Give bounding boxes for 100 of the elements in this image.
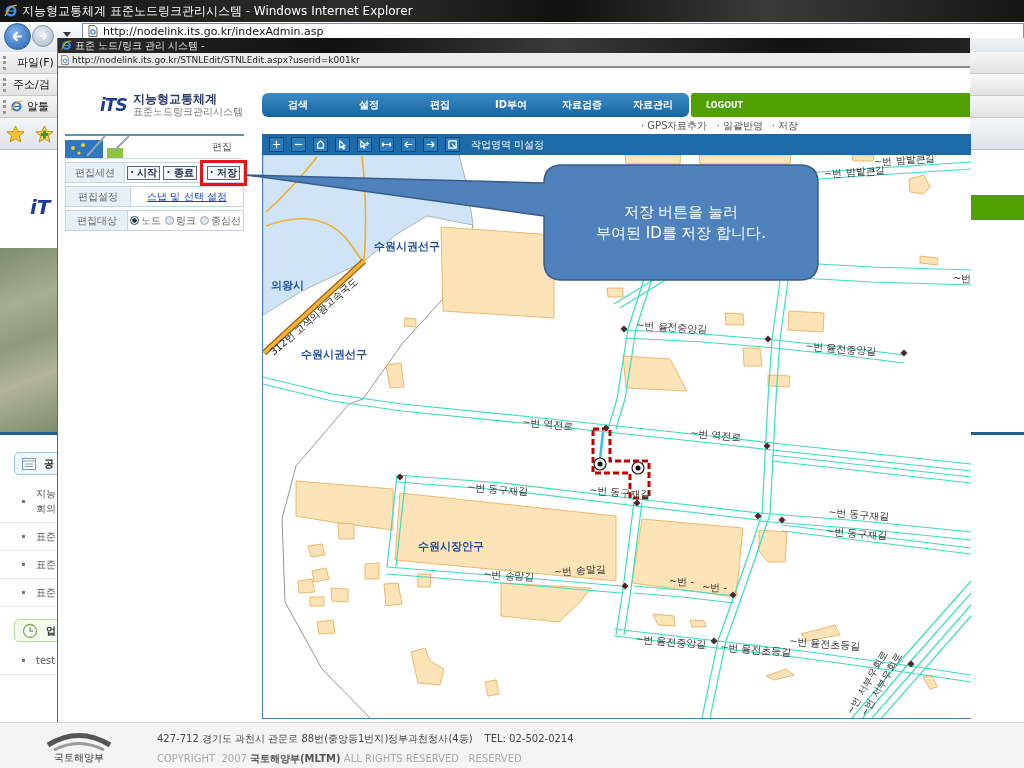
nav-tab[interactable]: 자료관리	[617, 93, 690, 117]
sub-link[interactable]: · 일괄반영	[716, 120, 763, 132]
right-arrow-icon	[38, 31, 48, 41]
callout-text: 저장 버튼을 눌러 부여된 ID를 저장 합니다.	[595, 201, 766, 244]
add-star-icon[interactable]	[35, 124, 54, 143]
toolbar-button[interactable]	[445, 137, 460, 152]
heading-text: 공	[44, 456, 54, 471]
sub-link[interactable]: · GPS자료추가	[641, 120, 708, 132]
district-label: 수원시장안구	[418, 540, 484, 553]
road-label: ~번 역전로	[521, 416, 575, 432]
window-title: 지능형교통체계 표준노드링크관리시스템 - Windows Internet Explorer	[22, 2, 413, 20]
road-label: ~번 동구재길	[588, 484, 652, 501]
browser-logo-icon	[61, 40, 72, 51]
session-button[interactable]: · 시작	[127, 165, 161, 180]
building	[652, 613, 676, 627]
bullet-icon	[22, 499, 25, 503]
building	[297, 578, 316, 594]
building	[385, 362, 405, 389]
bullet-icon	[22, 659, 25, 662]
footer-address: 427-712 경기도 과천시 관문로 88번(중앙동1번지)정부과천청사(4동)	[157, 733, 473, 745]
radio-icon[interactable]	[130, 216, 139, 225]
page-icon	[88, 25, 98, 37]
node-marker	[729, 591, 737, 599]
toolbar-button[interactable]	[357, 137, 372, 152]
address-field[interactable]: http://nodelink.its.go.kr/indexAdmin.asp	[82, 23, 1024, 38]
ministry-name: 국토해양부	[53, 752, 104, 764]
browser-logo-icon	[4, 4, 18, 18]
nav-tab[interactable]: 편집	[404, 93, 476, 117]
notice-link[interactable]: 지능 회의	[36, 486, 56, 516]
building	[484, 679, 500, 697]
settings-link[interactable]: 스냅 및 선택 설정	[147, 189, 227, 204]
radio-icon[interactable]	[165, 216, 174, 225]
map-pencil-icon	[65, 136, 131, 158]
notice-link[interactable]: 표준	[36, 585, 56, 600]
menu-item[interactable]: 알툴	[27, 99, 49, 114]
node-marker	[764, 335, 772, 343]
toolbar-button[interactable]	[379, 137, 394, 152]
road-label: ~번 -	[669, 576, 695, 587]
calendar-icon	[22, 457, 36, 470]
sub-link[interactable]: · 저장	[771, 120, 799, 132]
radio-icon[interactable]	[200, 216, 209, 225]
notice-link[interactable]: 표준	[36, 557, 56, 572]
browser-logo-icon	[10, 100, 23, 113]
building	[410, 647, 445, 686]
building	[908, 174, 931, 195]
nav-tab[interactable]: 검색	[262, 93, 334, 117]
selected-node	[631, 461, 645, 475]
road-label: ~번 율전중앙길	[804, 340, 878, 358]
menu-item[interactable]: 파일(F)	[17, 55, 54, 70]
popup-title: 표준 노드/링크 관리 시스템 -	[75, 38, 205, 53]
frame-icon	[447, 139, 458, 150]
logo-title: 지능형교통체계	[132, 93, 218, 106]
cursor-plus-icon	[359, 139, 370, 150]
selected-node	[593, 457, 607, 471]
nav-tab[interactable]: 자료검증	[546, 93, 618, 117]
back-button[interactable]	[4, 23, 31, 50]
district-label: 수원시권선구	[301, 348, 367, 361]
toolbar-button[interactable]	[423, 137, 438, 152]
building	[724, 312, 745, 326]
node-marker	[602, 424, 610, 432]
grip-icon	[3, 77, 6, 92]
node-marker	[710, 637, 718, 645]
road-label: ~번 역전로	[689, 427, 743, 443]
update-link[interactable]: test	[36, 653, 56, 668]
bullet-icon	[22, 591, 25, 594]
building	[689, 619, 707, 628]
forward-button[interactable]	[32, 25, 54, 47]
ramp-road	[265, 156, 318, 213]
toolbar-button[interactable]	[401, 137, 416, 152]
node-marker	[907, 660, 915, 668]
left-arrow-icon	[11, 30, 24, 43]
toolbar-button[interactable]	[335, 137, 350, 152]
nav-tab[interactable]: ID부여	[475, 93, 547, 117]
nav-tab[interactable]: 설정	[333, 93, 405, 117]
node-marker	[620, 325, 628, 333]
node-marker	[763, 442, 771, 450]
toolbar-button[interactable]	[313, 137, 328, 152]
session-button[interactable]: · 종료	[163, 165, 197, 180]
radio-option[interactable]: 링크	[165, 213, 196, 228]
node-marker	[621, 582, 629, 590]
menu-item[interactable]: 주소/검	[13, 77, 50, 92]
toolbar-button[interactable]	[269, 137, 284, 152]
toolbar-button[interactable]	[291, 137, 306, 152]
house-icon	[315, 139, 326, 150]
building	[307, 543, 326, 558]
radio-option[interactable]: 중심선	[200, 213, 241, 228]
cursor-icon	[337, 139, 348, 150]
road-label: ~번 밤밭큰길	[873, 155, 936, 167]
site-logo: iT	[30, 195, 51, 219]
node-marker	[900, 349, 908, 357]
node-marker	[778, 516, 786, 524]
clock-icon	[22, 622, 38, 639]
star-icon[interactable]	[6, 124, 25, 143]
panel-title: 편집	[212, 140, 232, 154]
notice-link[interactable]: 표준	[36, 529, 56, 544]
session-button[interactable]: · 저장	[206, 165, 240, 180]
building	[364, 562, 380, 580]
radio-option[interactable]: 노드	[130, 213, 161, 228]
building	[309, 596, 325, 607]
row-label: 편집대상	[65, 210, 128, 231]
